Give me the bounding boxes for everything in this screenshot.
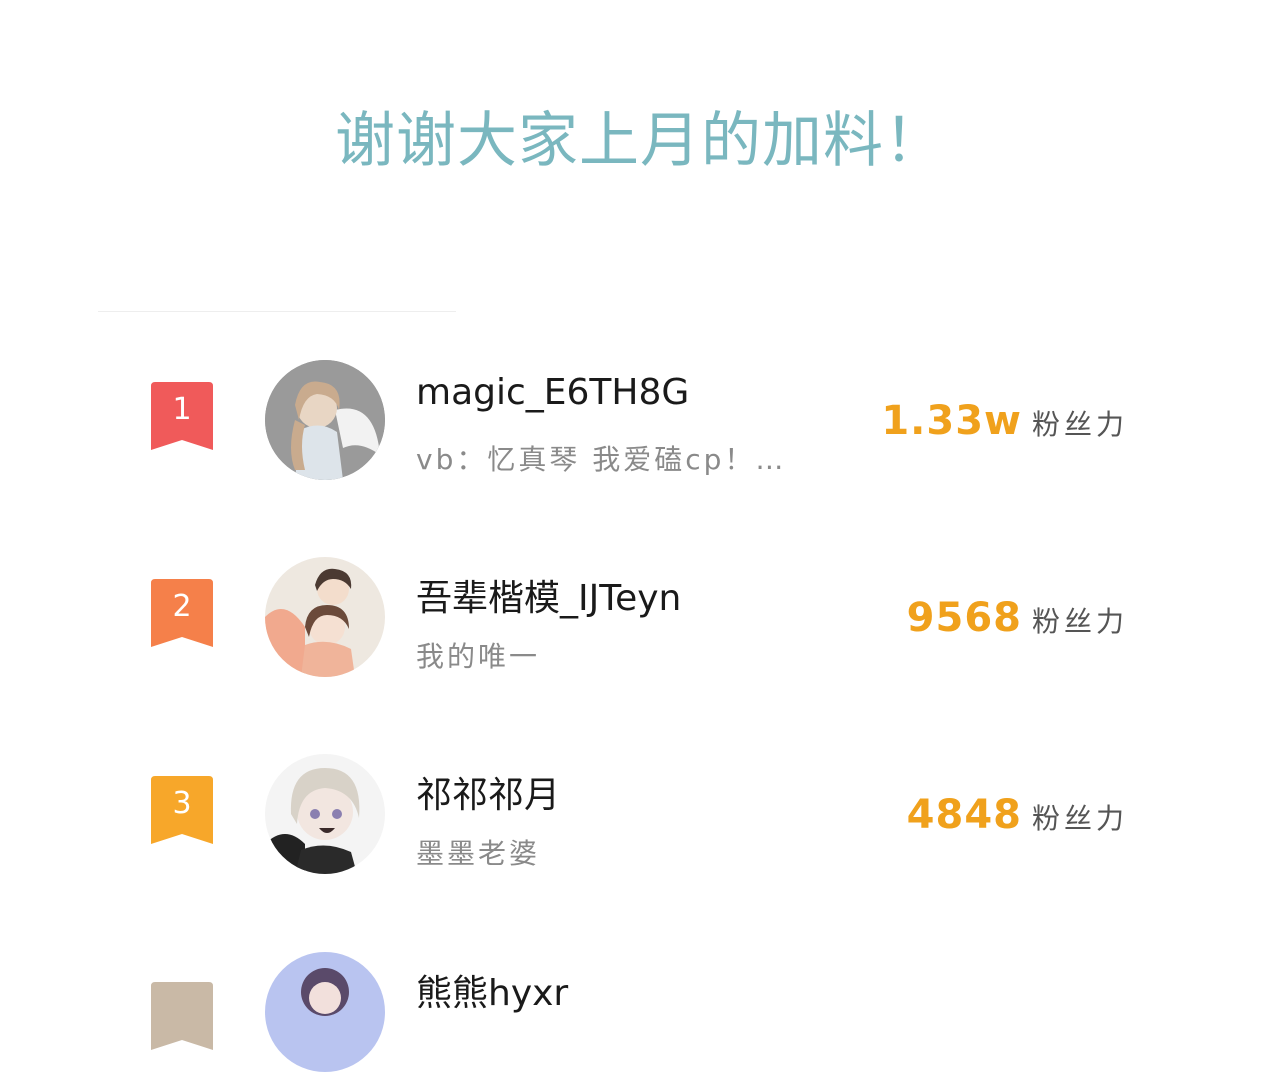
fan-power: 1.33w 粉丝力 <box>881 398 1128 444</box>
rank-badge: 1 <box>151 382 213 450</box>
avatar[interactable] <box>265 952 385 1072</box>
list-item[interactable]: 熊熊hyxr <box>0 952 1280 1082</box>
rank-badge: 2 <box>151 579 213 647</box>
user-bio: 我的唯一 <box>416 640 541 673</box>
fan-power-value: 9568 <box>906 595 1022 641</box>
rank-number: 2 <box>172 589 192 624</box>
fan-power-unit: 粉丝力 <box>1031 605 1128 638</box>
list-item[interactable]: 1 magic_E6TH8G vb：忆真琴 我爱磕cp！… 1.33w 粉丝力 <box>0 360 1280 490</box>
anime-angel-avatar-icon <box>265 360 385 480</box>
username[interactable]: 祁祁祁月 <box>416 766 560 818</box>
divider <box>98 311 456 312</box>
rank-number: 3 <box>172 786 192 821</box>
fan-power-value: 1.33w <box>881 398 1022 444</box>
username[interactable]: 吾辈楷模_IJTeyn <box>416 569 681 621</box>
anime-girl-avatar-icon <box>265 754 385 874</box>
anime-couple-avatar-icon <box>265 557 385 677</box>
rank-badge <box>151 982 213 1050</box>
ribbon-icon <box>151 982 213 1050</box>
user-bio: 墨墨老婆 <box>416 837 541 870</box>
rank-badge: 3 <box>151 776 213 844</box>
user-bio: vb：忆真琴 我爱磕cp！… <box>416 443 787 476</box>
fan-power: 4848 粉丝力 <box>907 792 1128 838</box>
fan-power-unit: 粉丝力 <box>1031 408 1128 441</box>
fan-power-unit: 粉丝力 <box>1031 802 1128 835</box>
anime-portrait-avatar-icon <box>265 952 385 1072</box>
avatar[interactable] <box>265 557 385 677</box>
list-item[interactable]: 3 祁祁祁月 墨墨老婆 4848 粉丝力 <box>0 754 1280 884</box>
page-title: 谢谢大家上月的加料！ <box>335 106 945 176</box>
username[interactable]: 熊熊hyxr <box>416 964 568 1016</box>
fan-power-value: 4848 <box>906 792 1022 838</box>
avatar[interactable] <box>265 360 385 480</box>
rank-number: 1 <box>172 392 192 427</box>
username[interactable]: magic_E6TH8G <box>416 372 689 413</box>
list-item[interactable]: 2 吾辈楷模_IJTeyn 我的唯一 9568 粉丝力 <box>0 557 1280 687</box>
fan-power: 9568 粉丝力 <box>907 595 1128 641</box>
avatar[interactable] <box>265 754 385 874</box>
